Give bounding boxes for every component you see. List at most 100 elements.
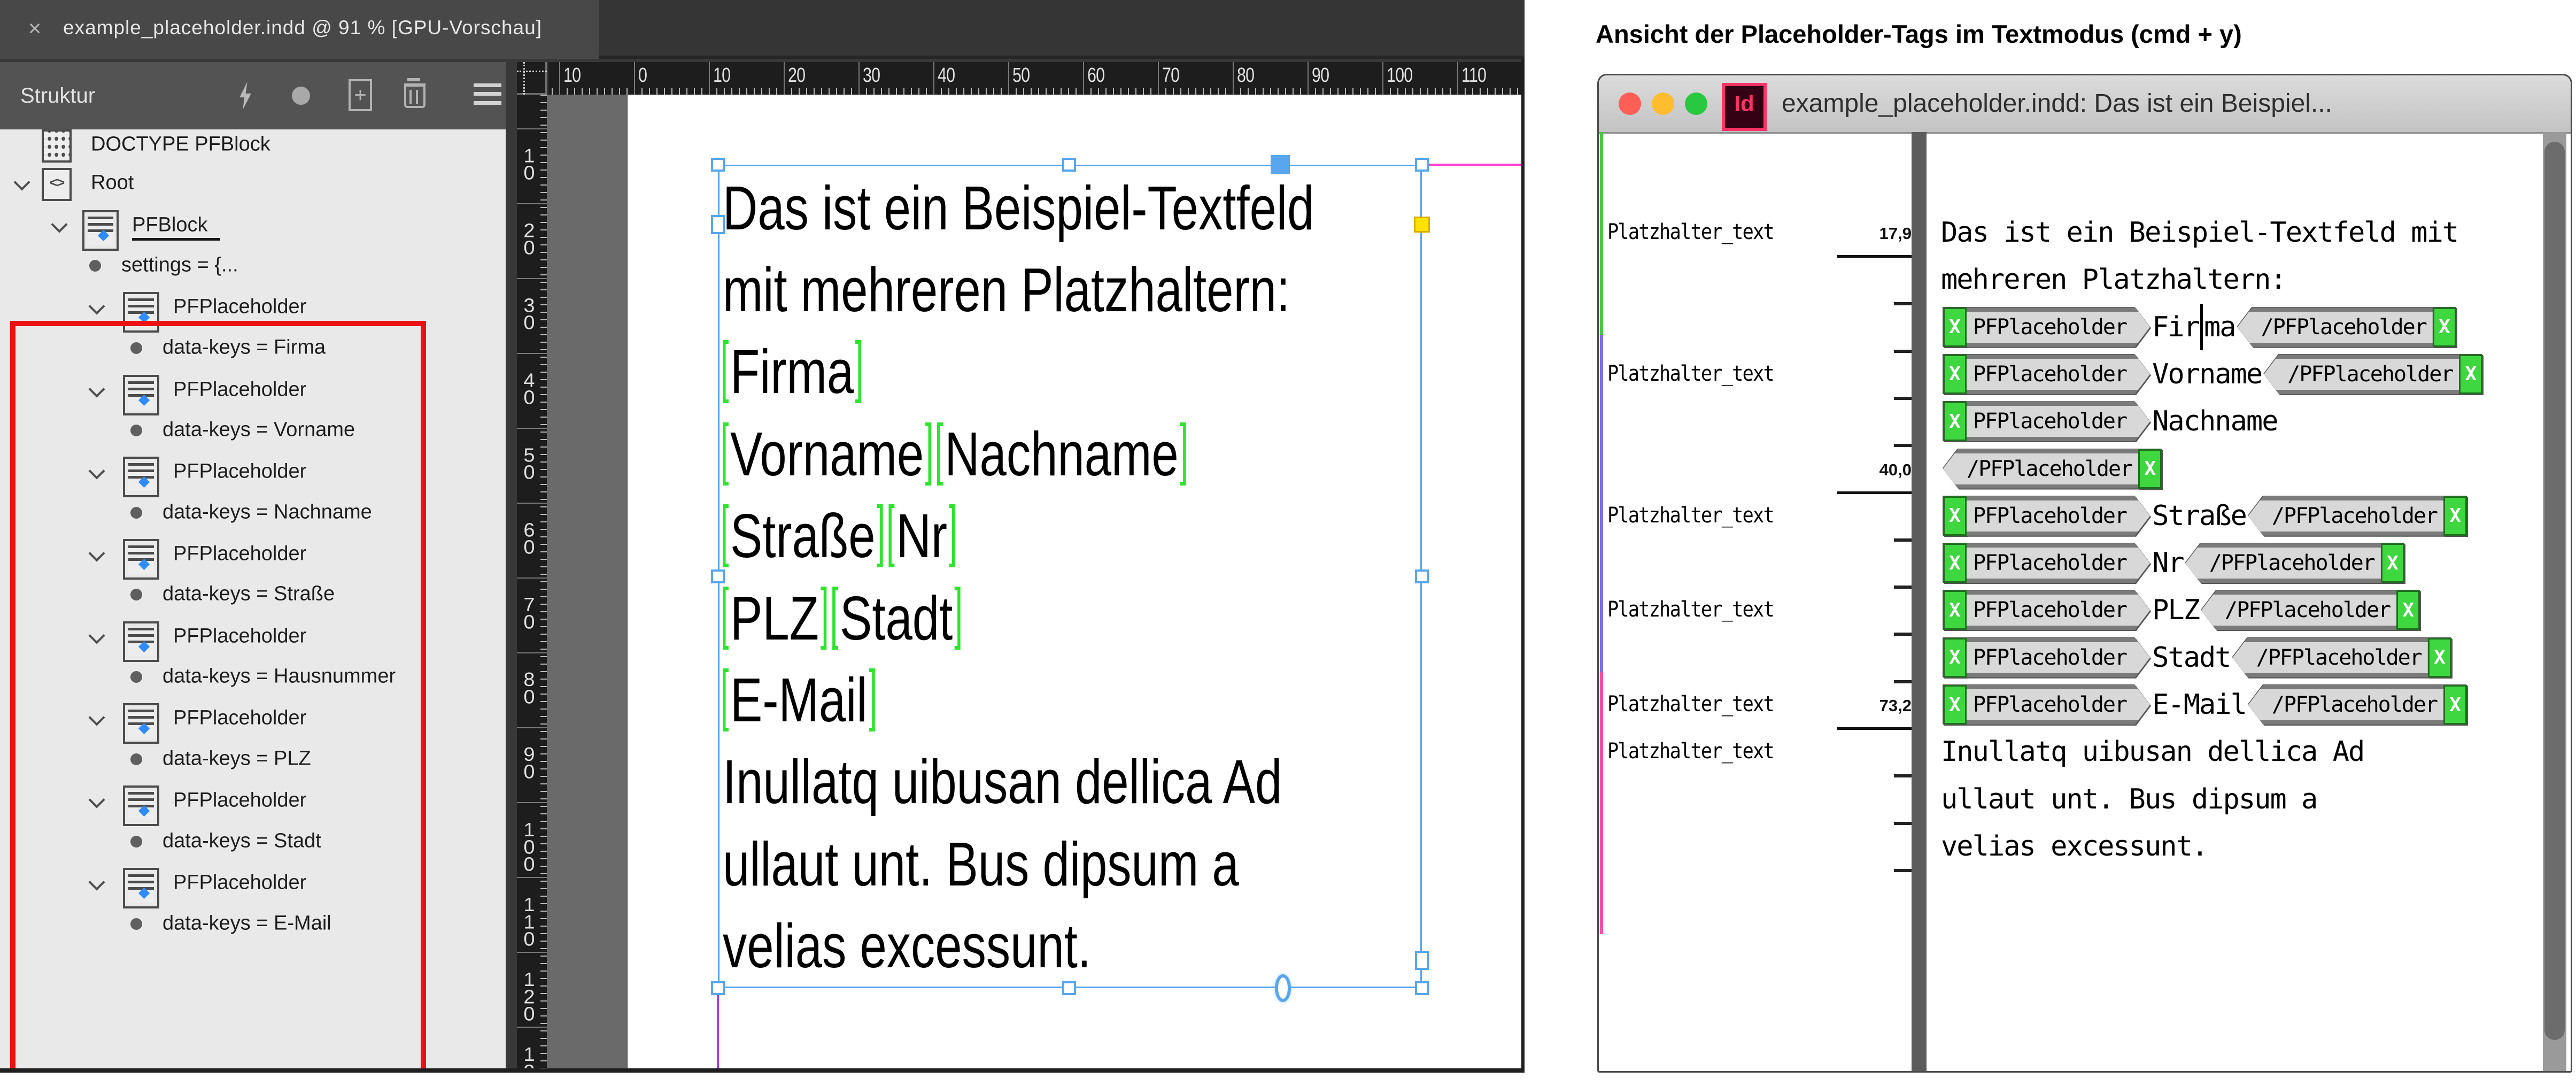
story-line: XPFPlaceholderNachname bbox=[1941, 398, 2545, 445]
paragraph-style-label: Platzhalter_text bbox=[1607, 692, 1774, 717]
margin-guide-horizontal[interactable] bbox=[1422, 164, 1521, 166]
frame-handle-top-right[interactable] bbox=[1415, 158, 1429, 172]
story-text-run: velias excessunt. bbox=[1941, 830, 2207, 862]
placeholder-span: Nr bbox=[889, 500, 955, 572]
tag-close-bracket-icon bbox=[925, 422, 931, 486]
ruler-label: 30 bbox=[522, 297, 536, 332]
tree-row-pfblock[interactable]: PFBlock bbox=[0, 205, 506, 245]
story-window-title: example_placeholder.indd: Das ist ein Be… bbox=[1782, 75, 2332, 132]
ruler-label: 50 bbox=[522, 447, 536, 482]
vertical-ruler[interactable]: 102030405060708090100110120130 bbox=[517, 95, 547, 1068]
tree-row-settings-[interactable]: settings = {... bbox=[0, 245, 506, 286]
tag-open-label: PFPlaceholder bbox=[1967, 402, 2150, 441]
ruler-label: 70 bbox=[522, 597, 536, 631]
tab-close-icon[interactable]: × bbox=[21, 15, 48, 42]
ruler-major-tick bbox=[1457, 62, 1458, 95]
horizontal-ruler[interactable]: 100102030405060708090100110120 bbox=[548, 62, 1521, 95]
ruler-major-tick bbox=[1158, 62, 1159, 95]
xml-tag-open: XPFPlaceholder bbox=[1943, 307, 2150, 347]
depth-tick bbox=[1894, 538, 1912, 542]
annotation-heading: Ansicht der Placeholder-Tags im Textmodu… bbox=[1596, 19, 2504, 53]
frame-handle-bottom-right[interactable] bbox=[1415, 981, 1429, 995]
xml-tag-close: /PFPlaceholderX bbox=[2201, 590, 2420, 630]
frame-handle-mid-left[interactable] bbox=[711, 569, 725, 583]
scrollbar-track[interactable] bbox=[2543, 132, 2566, 1073]
corner-radius-handle[interactable] bbox=[1414, 217, 1430, 233]
frame-handle-top-left[interactable] bbox=[711, 158, 725, 172]
ruler-label: 20 bbox=[522, 222, 536, 257]
panel-menu-icon[interactable] bbox=[474, 83, 501, 105]
placeholder-span: Stadt bbox=[832, 582, 960, 654]
margin-guide-vertical[interactable] bbox=[717, 988, 719, 1068]
placeholder-word: Stadt bbox=[840, 582, 953, 654]
trash-icon[interactable] bbox=[404, 83, 426, 108]
tree-row-doctype-pfblock[interactable]: DOCTYPE PFBlock bbox=[0, 129, 506, 165]
frame-handle-bottom-mid[interactable] bbox=[1062, 981, 1076, 995]
ruler-corner-box[interactable] bbox=[517, 62, 547, 95]
tag-open-bracket-icon bbox=[723, 587, 729, 650]
story-text-run: E-Mail bbox=[2152, 689, 2246, 721]
placeholder-word: PLZ bbox=[730, 582, 819, 654]
add-element-icon[interactable]: + bbox=[349, 79, 372, 111]
tag-symbol-icon: X bbox=[1943, 590, 1967, 630]
ruler-major-tick bbox=[517, 203, 547, 204]
window-zoom-button[interactable] bbox=[1685, 93, 1707, 115]
text-flow-oval-icon[interactable] bbox=[1275, 974, 1291, 1002]
element-label: PFPlaceholder bbox=[173, 296, 306, 319]
story-text-run: ullaut unt. Bus dipsum a bbox=[1941, 783, 2317, 815]
document-tab[interactable]: × example_placeholder.indd @ 91 % [GPU-V… bbox=[0, 0, 599, 59]
text-frame-content[interactable]: Das ist ein Beispiel-Textfeldmit mehrere… bbox=[723, 167, 1421, 985]
story-line: /PFPlaceholderX bbox=[1941, 445, 2545, 492]
story-text-run: Stadt bbox=[2152, 642, 2231, 674]
story-text-run: ma bbox=[2204, 311, 2235, 343]
story-window-titlebar[interactable]: Id example_placeholder.indd: Das ist ein… bbox=[1599, 75, 2571, 134]
placeholder-word: Nachname bbox=[945, 418, 1179, 490]
placeholder-word: Vorname bbox=[730, 418, 924, 490]
frame-anchor-square[interactable] bbox=[1271, 155, 1290, 174]
ruler-label: 60 bbox=[1087, 64, 1104, 87]
ruler-major-tick bbox=[517, 428, 547, 429]
ruler-major-tick bbox=[933, 62, 934, 95]
window-close-button[interactable] bbox=[1619, 93, 1641, 115]
dot-icon[interactable] bbox=[292, 87, 310, 105]
ruler-label: 50 bbox=[1012, 64, 1030, 87]
frame-handle-top-mid[interactable] bbox=[1062, 158, 1076, 172]
attribute-label: settings = {... bbox=[121, 254, 238, 277]
chevron-down-icon[interactable] bbox=[88, 298, 105, 314]
story-line: Das ist ein Beispiel-Textfeld mit bbox=[1941, 209, 2545, 256]
depth-tick bbox=[1894, 302, 1912, 305]
text-outport[interactable] bbox=[1415, 951, 1429, 970]
document-line: Inullatq uibusan dellica Ad bbox=[723, 741, 1419, 823]
frame-handle-bottom-left[interactable] bbox=[711, 981, 725, 995]
ruler-label: 90 bbox=[522, 746, 536, 781]
tag-close-label: /PFPlaceholder bbox=[2238, 307, 2433, 347]
tag-symbol-icon: X bbox=[2443, 496, 2467, 536]
chevron-down-icon[interactable] bbox=[51, 216, 67, 233]
tag-open-bracket-icon bbox=[937, 422, 943, 486]
story-text-area[interactable]: Das ist ein Beispiel-Textfeld mitmehrere… bbox=[1941, 132, 2545, 1073]
tag-close-label: /PFPlaceholder bbox=[2264, 355, 2459, 394]
window-minimize-button[interactable] bbox=[1652, 93, 1674, 115]
lightning-icon[interactable] bbox=[237, 82, 253, 110]
ruler-label: 80 bbox=[522, 672, 536, 706]
tag-open-bracket-icon bbox=[723, 340, 729, 403]
depth-rule bbox=[1837, 727, 1912, 730]
placeholder-span: Nachname bbox=[937, 418, 1186, 490]
scrollbar-thumb[interactable] bbox=[2544, 142, 2565, 1040]
xml-tag-close: /PFPlaceholderX bbox=[2238, 307, 2456, 347]
attribute-bullet-icon bbox=[89, 260, 101, 272]
tag-open-bracket-icon bbox=[889, 504, 895, 567]
tree-row-root[interactable]: <>Root bbox=[0, 163, 506, 203]
story-divider bbox=[1912, 132, 1927, 1073]
xml-tag-close: /PFPlaceholderX bbox=[2248, 685, 2467, 725]
text-inport[interactable] bbox=[711, 215, 725, 234]
xml-tag-close: /PFPlaceholderX bbox=[2264, 355, 2482, 394]
tag-symbol-icon: X bbox=[1943, 496, 1967, 536]
paragraph-style-label: Platzhalter_text bbox=[1607, 361, 1774, 386]
tag-close-bracket-icon bbox=[821, 587, 826, 650]
tag-symbol-icon: X bbox=[2428, 638, 2451, 677]
chevron-down-icon[interactable] bbox=[13, 174, 30, 190]
ruler-major-tick bbox=[517, 128, 547, 129]
frame-handle-mid-right[interactable] bbox=[1415, 569, 1429, 583]
xml-tag-open: XPFPlaceholder bbox=[1943, 685, 2150, 725]
